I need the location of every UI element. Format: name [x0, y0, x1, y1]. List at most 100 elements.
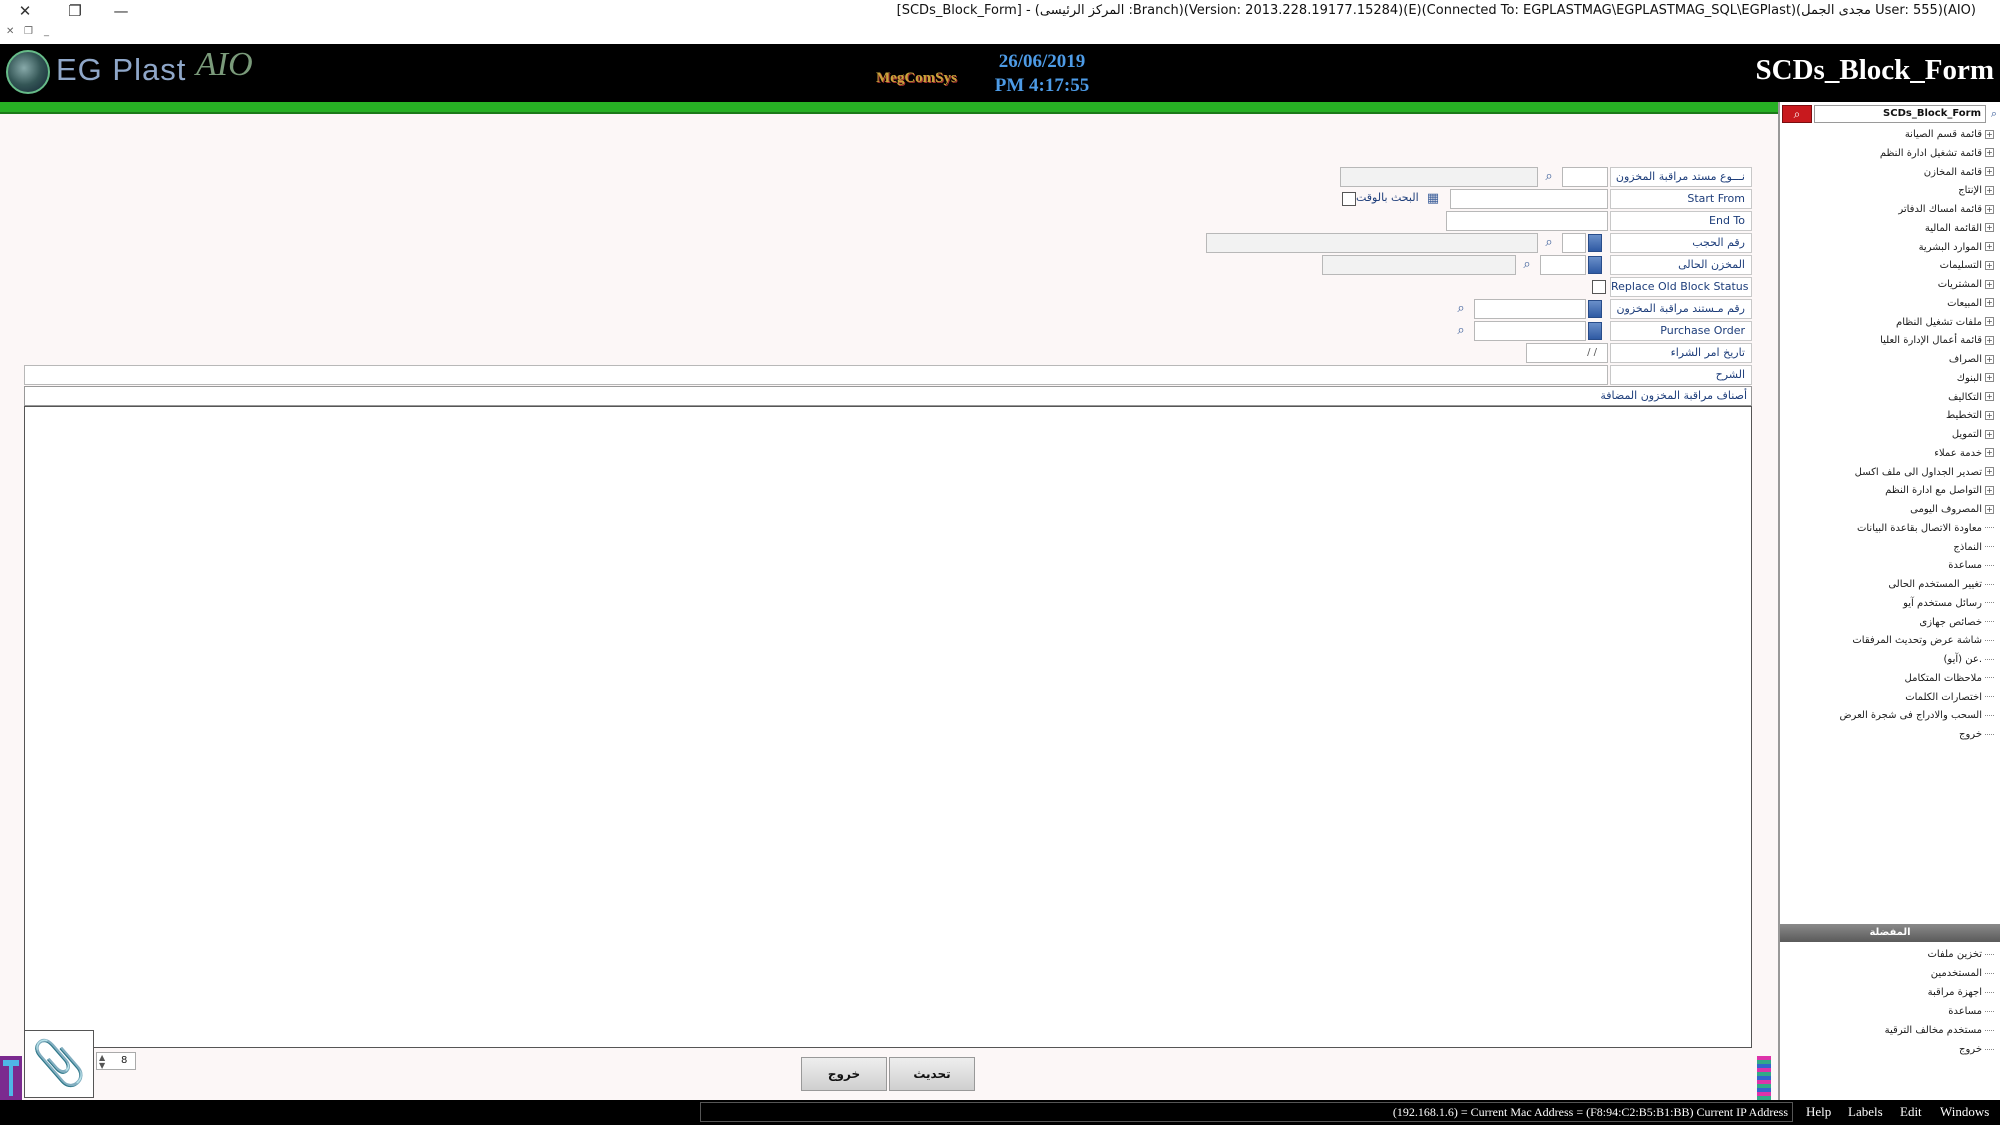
tree-item[interactable]: رسائل مستخدم آيو: [1903, 595, 1994, 613]
tree-item[interactable]: خروج: [1959, 726, 1994, 744]
restore-icon[interactable]: ❐: [62, 0, 88, 22]
search-icon[interactable]: ⌕: [1540, 168, 1558, 186]
expand-icon[interactable]: +: [1985, 448, 1994, 458]
expand-icon[interactable]: +: [1985, 167, 1994, 176]
expand-icon[interactable]: +: [1985, 467, 1994, 476]
expand-icon[interactable]: +: [1985, 485, 1994, 495]
minimize-icon[interactable]: —: [108, 0, 134, 22]
expand-icon[interactable]: +: [1985, 354, 1994, 364]
menu-help[interactable]: Help: [1806, 1104, 1831, 1120]
control-doc-lookup-button[interactable]: [1588, 300, 1602, 318]
favorite-item[interactable]: تخزين ملفات: [1927, 946, 1994, 964]
tree-item[interactable]: خصائص جهازى: [1919, 614, 1994, 632]
calendar-icon[interactable]: ▦: [1424, 190, 1442, 208]
stepper-arrows-icon[interactable]: ▲ ▼: [99, 1054, 105, 1070]
tree-item[interactable]: المصروف اليومى +: [1910, 501, 1994, 519]
purchase-order-input[interactable]: [1474, 321, 1586, 341]
expand-icon[interactable]: +: [1985, 242, 1994, 251]
tree-item[interactable]: خدمة عملاء +: [1934, 445, 1994, 463]
attachment-icon[interactable]: 📎: [24, 1030, 94, 1098]
tree-item[interactable]: تصدير الجداول الى ملف اكسل +: [1855, 464, 1994, 482]
store-lookup-button[interactable]: [1588, 256, 1602, 274]
expand-icon[interactable]: +: [1985, 204, 1994, 214]
doc-type-name-input[interactable]: [1340, 167, 1538, 187]
tree-item[interactable]: البنوك +: [1957, 370, 1994, 388]
expand-icon[interactable]: +: [1985, 185, 1994, 195]
tree-item[interactable]: التواصل مع ادارة النظم +: [1885, 482, 1994, 500]
tree-item[interactable]: ملاحظات المتكامل: [1905, 670, 1994, 688]
tree-item[interactable]: الموارد البشرية +: [1919, 239, 1994, 257]
search-icon[interactable]: ⌕: [1540, 234, 1558, 252]
expand-icon[interactable]: +: [1985, 223, 1994, 233]
search-icon[interactable]: ⌕: [1452, 300, 1470, 318]
control-doc-no-input[interactable]: [1474, 299, 1586, 319]
tree-item[interactable]: اختصارات الكلمات: [1905, 689, 1994, 707]
exit-button[interactable]: خروج: [801, 1057, 887, 1091]
expand-icon[interactable]: +: [1985, 504, 1994, 514]
menu-search-input[interactable]: SCDs_Block_Form: [1814, 105, 1986, 123]
update-button[interactable]: تحديث: [889, 1057, 975, 1091]
tree-item[interactable]: التكاليف +: [1948, 389, 1994, 407]
tree-item[interactable]: قائمة امساك الدفاتر +: [1898, 201, 1994, 219]
search-icon[interactable]: ⌕: [1986, 105, 2000, 123]
notes-input[interactable]: [24, 365, 1608, 385]
store-code-input[interactable]: [1540, 255, 1586, 275]
expand-icon[interactable]: +: [1985, 279, 1994, 289]
favorite-item[interactable]: مستخدم مخالف الترقية: [1885, 1022, 1994, 1040]
doc-type-code-input[interactable]: [1562, 167, 1608, 187]
expand-icon[interactable]: +: [1985, 260, 1994, 270]
search-icon[interactable]: ⌕: [1518, 256, 1536, 274]
store-name-input[interactable]: [1322, 255, 1516, 275]
expand-icon[interactable]: +: [1985, 148, 1994, 158]
favorite-item[interactable]: خروج: [1959, 1041, 1994, 1059]
tree-item[interactable]: الإنتاج +: [1958, 182, 1994, 200]
tree-item[interactable]: القائمة المالية +: [1925, 220, 1994, 238]
mdi-close-icon[interactable]: ✕: [6, 26, 14, 37]
tree-item[interactable]: قائمة تشغيل ادارة النظم +: [1880, 145, 1994, 163]
tree-item[interactable]: ملفات تشغيل النظام +: [1896, 314, 1994, 332]
tree-item[interactable]: شاشة عرض وتحديث المرفقات: [1852, 632, 1994, 650]
expand-icon[interactable]: +: [1985, 335, 1994, 345]
items-grid[interactable]: [24, 406, 1752, 1048]
expand-icon[interactable]: +: [1985, 392, 1994, 401]
favorite-item[interactable]: مساعدة: [1948, 1003, 1994, 1021]
favorite-item[interactable]: اجهزة مراقبة: [1928, 984, 1994, 1002]
favorite-item[interactable]: المستخدمين: [1931, 965, 1994, 983]
expand-icon[interactable]: +: [1985, 373, 1994, 383]
tree-item[interactable]: المشتريات +: [1938, 276, 1994, 294]
tree-item[interactable]: مساعدة: [1948, 557, 1994, 575]
reservation-lookup-button[interactable]: [1588, 234, 1602, 252]
end-to-input[interactable]: [1446, 211, 1608, 231]
tree-item[interactable]: قائمة أعمال الإدارة العليا +: [1880, 332, 1994, 350]
tree-item[interactable]: المبيعات +: [1947, 295, 1994, 313]
tree-item[interactable]: التخطيط +: [1946, 407, 1994, 425]
mdi-minimize-icon[interactable]: _: [44, 26, 49, 37]
close-icon[interactable]: ✕: [12, 0, 38, 22]
search-icon[interactable]: ⌕: [1782, 105, 1812, 123]
search-icon[interactable]: ⌕: [1452, 322, 1470, 340]
tree-item[interactable]: قائمة المخازن +: [1924, 164, 1994, 182]
tree-item[interactable]: قائمة قسم الصيانة +: [1905, 126, 1994, 144]
expand-icon[interactable]: +: [1985, 298, 1994, 308]
start-from-input[interactable]: [1450, 189, 1608, 209]
menu-labels[interactable]: Labels: [1848, 1104, 1883, 1120]
menu-edit[interactable]: Edit: [1900, 1104, 1922, 1120]
tree-item[interactable]: الصراف +: [1949, 351, 1994, 369]
purchase-order-lookup-button[interactable]: [1588, 322, 1602, 340]
expand-icon[interactable]: +: [1985, 429, 1994, 439]
replace-old-checkbox[interactable]: [1592, 280, 1606, 294]
tree-item[interactable]: عن (آيو).: [1944, 651, 1994, 669]
expand-icon[interactable]: +: [1985, 317, 1994, 326]
tree-item[interactable]: التمويل +: [1952, 426, 1994, 444]
tree-item[interactable]: النماذج: [1953, 539, 1994, 557]
expand-icon[interactable]: +: [1985, 410, 1994, 420]
tree-item[interactable]: تغيير المستخدم الحالى: [1888, 576, 1994, 594]
expand-icon[interactable]: +: [1985, 129, 1994, 139]
tree-item[interactable]: السحب والادراج فى شجرة العرض: [1839, 707, 1994, 725]
po-date-input[interactable]: / /: [1526, 343, 1608, 363]
reservation-desc-input[interactable]: [1206, 233, 1538, 253]
tree-item[interactable]: معاودة الاتصال بقاعدة البيانات: [1857, 520, 1994, 538]
page-stepper[interactable]: ▲ ▼ 8: [96, 1052, 136, 1070]
tree-item[interactable]: التسليمات +: [1940, 257, 1994, 275]
reservation-no-input[interactable]: [1562, 233, 1586, 253]
